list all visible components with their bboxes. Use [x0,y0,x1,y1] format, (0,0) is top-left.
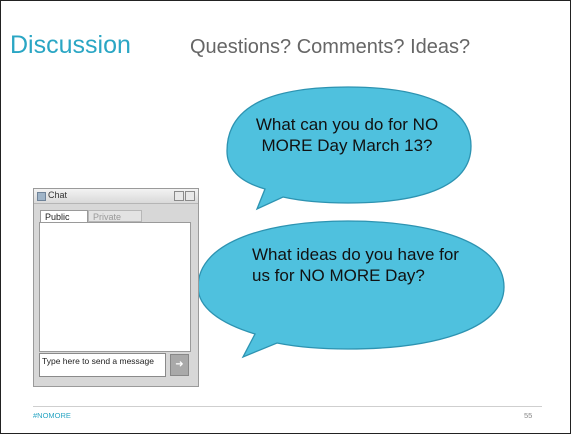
tab-public[interactable]: Public [40,210,88,222]
chat-window: Chat Public Private Type here to send a … [33,188,199,387]
footer-divider [33,406,542,407]
page-number: 55 [524,411,533,420]
minimize-icon[interactable] [174,191,184,201]
bubble-2-text: What ideas do you have for us for NO MOR… [252,245,459,285]
chat-title: Chat [48,190,68,200]
close-icon[interactable] [185,191,195,201]
footer-hashtag: #NOMORE [33,411,71,420]
chat-icon [37,192,46,201]
chat-message-area[interactable] [39,222,191,352]
chat-titlebar[interactable]: Chat [34,189,198,204]
bubble-1-text: What can you do for NO MORE Day March 13… [255,115,439,155]
presentation-slide: Discussion Questions? Comments? Ideas? W… [0,0,571,434]
arrow-right-icon: ➜ [175,359,184,370]
speech-bubble-2 [197,220,505,359]
chat-message-input[interactable]: Type here to send a message [39,353,166,377]
send-button[interactable]: ➜ [170,354,189,376]
tab-private[interactable]: Private [88,210,142,222]
